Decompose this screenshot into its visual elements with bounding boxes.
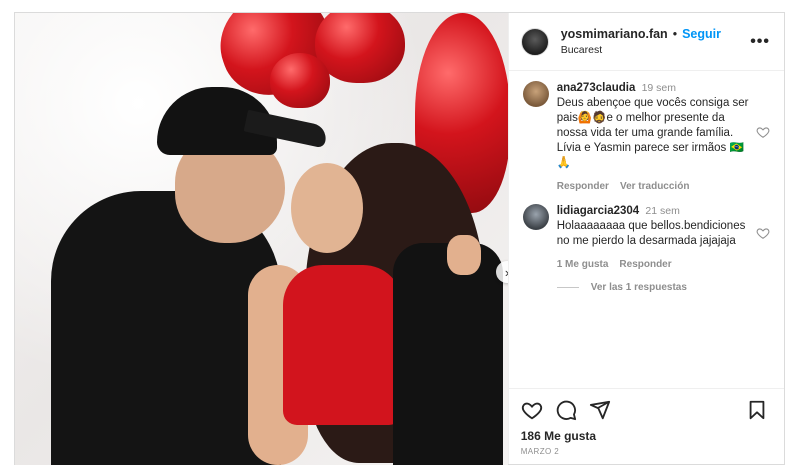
like-count[interactable]: 186 Me gusta: [521, 429, 772, 443]
comment-timestamp[interactable]: 21 sem: [645, 205, 679, 217]
comment-text: Deus abençoe que vocês consiga ser pais🙆…: [556, 97, 749, 169]
reply-button[interactable]: Responder: [557, 179, 609, 194]
post-header: yosmimariano.fan • Seguir Bucarest •••: [508, 13, 784, 71]
more-options-icon[interactable]: •••: [750, 33, 770, 51]
comments-list: ana273claudia 19 sem Deus abençoe que vo…: [509, 71, 784, 388]
post-date[interactable]: MARZO 2: [521, 447, 772, 456]
follow-button[interactable]: Seguir: [682, 27, 721, 41]
header-row: yosmimariano.fan • Seguir: [561, 27, 721, 41]
woman-face: [291, 163, 363, 253]
comment-username[interactable]: ana273claudia: [557, 82, 636, 94]
heart-icon[interactable]: [756, 226, 770, 240]
comment-body: lidiagarcia2304 21 sem Holaaaaaaaa que b…: [557, 204, 757, 272]
share-icon[interactable]: [589, 399, 611, 421]
reply-button[interactable]: Responder: [619, 257, 671, 272]
comment-actions: Responder Ver traducción: [557, 179, 757, 194]
red-crop-top: [283, 265, 403, 425]
comment-actions: 1 Me gusta Responder: [557, 257, 757, 272]
post-footer: 186 Me gusta MARZO 2: [508, 388, 784, 464]
avatar[interactable]: [522, 204, 549, 230]
bookmark-icon[interactable]: [746, 399, 768, 421]
heart-balloon: [270, 53, 330, 108]
woman-hand: [447, 235, 481, 275]
woman-jacket: [393, 243, 503, 465]
comment-item: lidiagarcia2304 21 sem Holaaaaaaaa que b…: [522, 204, 772, 272]
action-bar: [521, 399, 772, 421]
avatar[interactable]: [522, 81, 549, 107]
heart-icon[interactable]: [756, 125, 770, 139]
translate-button[interactable]: Ver traducción: [620, 179, 689, 194]
header-text: yosmimariano.fan • Seguir Bucarest: [561, 27, 721, 56]
separator-dot: •: [672, 27, 678, 41]
comment-timestamp[interactable]: 19 sem: [642, 82, 676, 94]
comment-item: ana273claudia 19 sem Deus abençoe que vo…: [522, 81, 772, 194]
view-replies-label[interactable]: Ver las 1 respuestas: [591, 282, 687, 293]
comment-text: Holaaaaaaaa que bellos.bendiciones no me…: [556, 220, 746, 247]
view-replies-button[interactable]: Ver las 1 respuestas: [556, 282, 772, 293]
comment-likes[interactable]: 1 Me gusta: [557, 257, 609, 272]
post-side-panel: yosmimariano.fan • Seguir Bucarest ••• a…: [507, 13, 784, 464]
replies-divider: [556, 287, 579, 288]
comment-icon[interactable]: [555, 399, 577, 421]
heart-icon[interactable]: [521, 399, 543, 421]
comment-username[interactable]: lidiagarcia2304: [557, 205, 639, 217]
author-username[interactable]: yosmimariano.fan: [561, 27, 668, 41]
post-image[interactable]: ›: [15, 13, 508, 465]
post-location[interactable]: Bucarest: [561, 44, 721, 56]
post-modal: › yosmimariano.fan • Seguir Bucarest •••: [14, 12, 785, 465]
comment-body: ana273claudia 19 sem Deus abençoe que vo…: [557, 81, 757, 194]
avatar[interactable]: [520, 27, 549, 56]
